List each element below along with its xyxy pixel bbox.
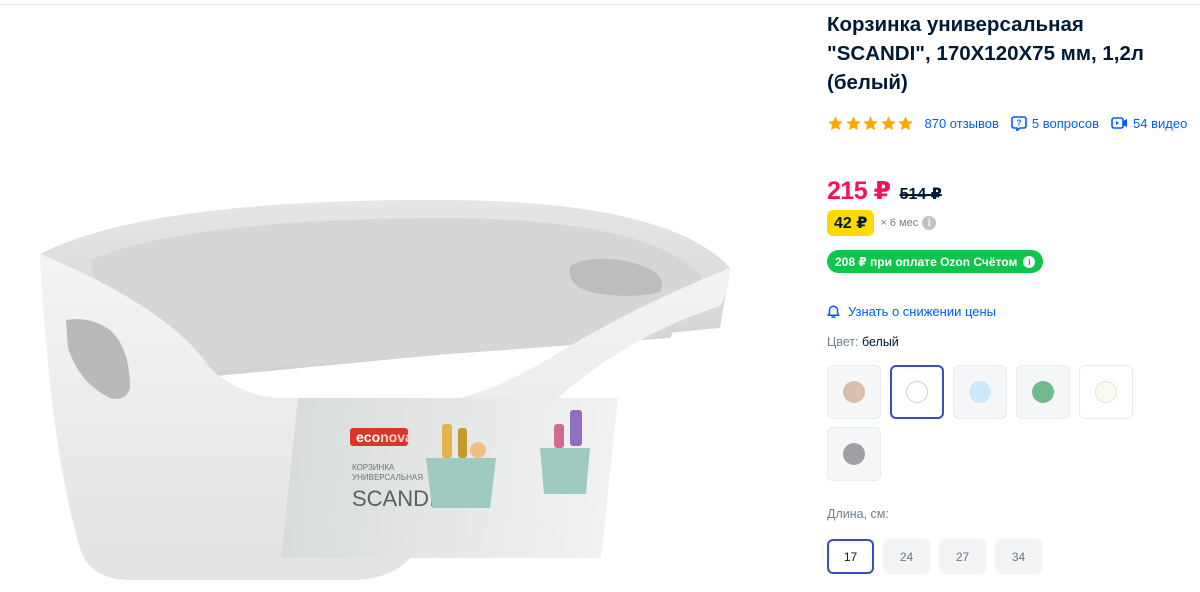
color-dot: [969, 381, 991, 403]
length-option-27[interactable]: 27: [939, 539, 986, 574]
star-icon: [863, 115, 878, 130]
star-icon: [880, 115, 896, 130]
label-line1: КОРЗИНКА: [352, 463, 395, 472]
color-dot: [1032, 381, 1054, 403]
price-drop-notify-link[interactable]: Узнать о снижении цены: [827, 304, 996, 319]
label-line2: УНИВЕРСАЛЬНАЯ: [352, 473, 423, 482]
product-meta: 870 отзывов ? 5 вопросов 54 видео: [827, 114, 1199, 132]
info-icon[interactable]: i: [922, 216, 937, 230]
color-swatch-ivory[interactable]: [1079, 365, 1133, 419]
installment-block[interactable]: 42 ₽ × 6 мес i: [827, 210, 937, 236]
notify-text: Узнать о снижении цены: [848, 304, 997, 319]
questions-count: 5 вопросов: [1031, 115, 1100, 131]
color-swatch-light-blue[interactable]: [953, 365, 1007, 419]
star-icon: [828, 115, 843, 130]
ozon-pay-badge[interactable]: 208 ₽ при оплате Ozon Счётом i: [827, 250, 1044, 273]
length-options: 17 24 27 34: [827, 539, 1051, 574]
length-option-17[interactable]: 17: [827, 539, 874, 574]
star-icon: [845, 115, 861, 130]
color-swatch-white[interactable]: [890, 365, 944, 419]
product-title: Корзинка универсальная "SCANDI", 170X120…: [827, 13, 1144, 94]
color-label: Цвет: белый: [827, 335, 899, 349]
color-selected-value: белый: [861, 335, 899, 349]
ozon-pay-text: 208 ₽ при оплате Ozon Счётом: [835, 254, 1018, 269]
color-dot: [843, 443, 865, 465]
product-photo[interactable]: econova КОРЗИНКА УНИВЕРСАЛЬНАЯ SCANDI: [30, 188, 750, 588]
color-swatch-green[interactable]: [1016, 365, 1070, 419]
videos-link[interactable]: 54 видео: [1111, 116, 1187, 131]
price-block: 215 ₽ 514 ₽: [827, 176, 942, 206]
color-swatch-beige[interactable]: [827, 365, 881, 419]
color-dot: [843, 381, 865, 403]
color-dot: [1095, 381, 1117, 403]
bell-icon: [827, 304, 840, 318]
label-name: SCANDI: [352, 486, 435, 511]
product-gallery[interactable]: econova КОРЗИНКА УНИВЕРСАЛЬНАЯ SCANDI: [0, 8, 800, 592]
reviews-link[interactable]: 870 отзывов: [925, 116, 999, 131]
video-icon: [1111, 117, 1128, 129]
reviews-count: 870 отзывов: [924, 115, 999, 131]
rating-stars[interactable]: [827, 115, 915, 132]
question-icon: ?: [1011, 116, 1027, 131]
color-swatch-gray[interactable]: [827, 427, 881, 481]
videos-count: 54 видео: [1133, 115, 1188, 131]
svg-text:?: ?: [1016, 119, 1021, 128]
length-option-24[interactable]: 24: [883, 539, 930, 574]
installment-amount: 42 ₽: [827, 210, 875, 236]
price-current: 215 ₽: [827, 177, 891, 205]
questions-link[interactable]: ? 5 вопросов: [1011, 115, 1099, 131]
label-brand: econova: [356, 429, 413, 445]
price-old: 514 ₽: [899, 186, 942, 203]
length-label: Длина, см:: [827, 507, 889, 521]
product-info: Корзинка универсальная "SCANDI", 170X120…: [827, 0, 1200, 592]
star-icon: [898, 115, 913, 130]
color-dot: [906, 381, 928, 403]
info-icon[interactable]: i: [1023, 255, 1036, 268]
installment-terms: × 6 мес: [880, 217, 919, 229]
length-option-34[interactable]: 34: [995, 539, 1042, 574]
